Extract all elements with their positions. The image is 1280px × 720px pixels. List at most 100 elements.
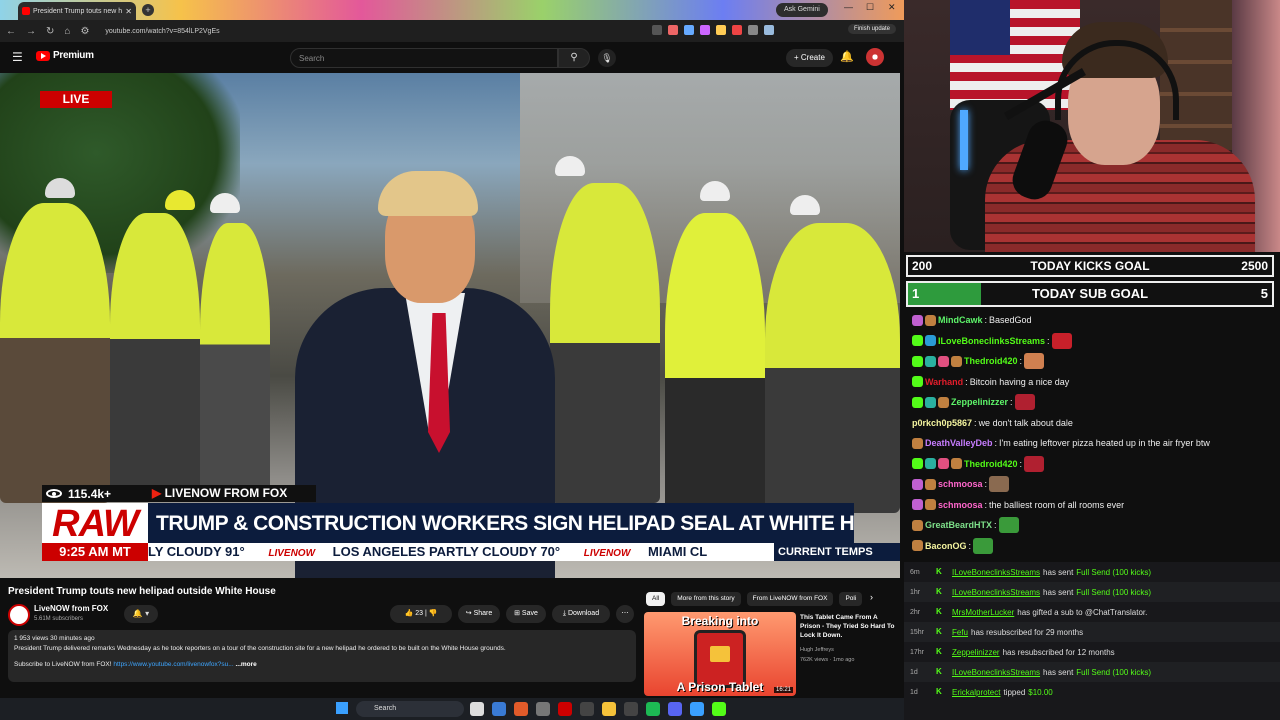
finish-update-button[interactable]: Finish update xyxy=(847,24,896,34)
play-arrow-icon: ▶ xyxy=(152,486,162,500)
event-user[interactable]: Zeppelinizzer xyxy=(952,648,1000,657)
notifications-icon[interactable]: 🔔 xyxy=(840,50,854,63)
chip-channel[interactable]: From LiveNOW from FOX xyxy=(746,592,834,606)
event-user[interactable]: MrsMotherLucker xyxy=(952,608,1014,617)
voice-search-icon[interactable]: 🎙 xyxy=(598,49,616,67)
menu-icon[interactable]: ☰ xyxy=(12,50,23,64)
chat-username[interactable]: Thedroid420 xyxy=(964,351,1018,372)
extension-icon[interactable] xyxy=(732,25,742,35)
more-actions-button[interactable]: ⋯ xyxy=(616,605,634,623)
chat-message: Thedroid420: xyxy=(912,454,1274,475)
description-link[interactable]: https://www.youtube.com/livenowfox?su... xyxy=(113,661,233,668)
app-icon[interactable] xyxy=(646,702,660,716)
event-text: has resubscribed for 29 months xyxy=(971,627,1084,637)
like-dislike-button[interactable]: 👍 23 | 👎 xyxy=(390,605,452,623)
event-highlight: Full Send (100 kicks) xyxy=(1076,587,1151,597)
new-tab-button[interactable]: + xyxy=(142,4,154,16)
reload-icon[interactable]: ↻ xyxy=(46,26,54,37)
app-icon[interactable] xyxy=(624,702,638,716)
event-highlight: $10.00 xyxy=(1028,687,1053,697)
more-link[interactable]: ...more xyxy=(235,661,256,668)
chip-story[interactable]: More from this story xyxy=(671,592,741,606)
forward-icon[interactable]: → xyxy=(26,26,36,37)
kicks-goal-name: TODAY KICKS GOAL xyxy=(1030,259,1150,273)
recommended-title[interactable]: This Tablet Came From A Prison - They Tr… xyxy=(800,613,896,640)
home-icon[interactable]: ⌂ xyxy=(64,26,70,37)
search-input[interactable]: Search xyxy=(290,48,558,68)
chat-username[interactable]: DeathValleyDeb xyxy=(925,433,993,454)
chat-username[interactable]: ILoveBoneclinksStreams xyxy=(938,331,1045,352)
taskbar-search[interactable]: Search xyxy=(356,701,464,717)
recommended-channel[interactable]: Hugh Jeffreys xyxy=(800,645,854,655)
extension-icon[interactable] xyxy=(684,25,694,35)
chat-message: schmoosa: the balliest room of all rooms … xyxy=(912,495,1274,516)
profile-icon[interactable] xyxy=(764,25,774,35)
minimize-icon[interactable]: — xyxy=(844,2,853,12)
chat-username[interactable]: schmoosa xyxy=(938,495,983,516)
create-button[interactable]: + Create xyxy=(786,49,833,67)
search-button[interactable]: ⚲ xyxy=(558,48,590,68)
app-icon[interactable] xyxy=(536,702,550,716)
app-icon[interactable] xyxy=(580,702,594,716)
event-user[interactable]: ILoveBoneclinksStreams xyxy=(952,568,1040,577)
app-icon[interactable] xyxy=(558,702,572,716)
ask-gemini-button[interactable]: Ask Gemini xyxy=(776,3,828,17)
site-info-icon[interactable]: ⚙ xyxy=(80,26,89,37)
save-button[interactable]: ⊞ Save xyxy=(506,605,546,623)
tab-active[interactable]: President Trump touts new h ✕ xyxy=(18,2,136,20)
app-icon[interactable] xyxy=(690,702,704,716)
extension-icon[interactable] xyxy=(700,25,710,35)
event-row: 1hr K ILoveBoneclinksStreams has sent Full S… xyxy=(904,582,1280,602)
windows-start-icon[interactable] xyxy=(336,702,348,714)
account-avatar[interactable] xyxy=(866,48,884,66)
event-user[interactable]: ILoveBoneclinksStreams xyxy=(952,588,1040,597)
chat-username[interactable]: MindCawk xyxy=(938,310,983,331)
app-icon[interactable] xyxy=(492,702,506,716)
chat-username[interactable]: GreatBeardHTX xyxy=(925,515,992,536)
chat-badge-icon xyxy=(951,355,962,367)
chat-username[interactable]: Thedroid420 xyxy=(964,454,1018,475)
youtube-logo[interactable]: Premium xyxy=(36,50,94,61)
event-row: 15hr K Fefu has resubscribed for 29 months xyxy=(904,622,1280,642)
chat-badge-icon xyxy=(925,396,936,408)
maximize-icon[interactable]: ☐ xyxy=(866,2,874,13)
extension-icon[interactable] xyxy=(652,25,662,35)
event-user[interactable]: Erickalprotect xyxy=(952,688,1000,697)
chip-all[interactable]: All xyxy=(646,592,666,606)
back-icon[interactable]: ← xyxy=(6,26,16,37)
channel-avatar[interactable] xyxy=(8,604,30,626)
channel-name[interactable]: LiveNOW from FOX xyxy=(34,604,108,613)
recommended-thumbnail[interactable]: Breaking into A Prison Tablet 16:21 xyxy=(644,612,796,696)
share-button[interactable]: ↪ Share xyxy=(458,605,500,623)
kick-logo-icon: K xyxy=(936,627,942,636)
chat-username[interactable]: Zeppelinizzer xyxy=(951,392,1008,413)
chat-badge-icon xyxy=(925,478,936,490)
description-stats: 1 953 views 30 minutes ago xyxy=(14,635,95,642)
event-user[interactable]: Fefu xyxy=(952,628,968,637)
app-icon[interactable] xyxy=(602,702,616,716)
close-tab-icon[interactable]: ✕ xyxy=(125,7,132,16)
event-user[interactable]: ILoveBoneclinksStreams xyxy=(952,668,1040,677)
chat-username[interactable]: schmoosa xyxy=(938,474,983,495)
chat-username[interactable]: p0rkch0p5867 xyxy=(912,413,972,434)
app-icon[interactable] xyxy=(712,702,726,716)
event-text: has sent xyxy=(1043,587,1074,597)
save-label: Save xyxy=(521,610,538,617)
video-player[interactable]: LIVE 115.4k+ ▶ LIVENOW FROM FOX RAW TRUM… xyxy=(0,73,900,578)
app-icon[interactable] xyxy=(470,702,484,716)
extension-icon[interactable] xyxy=(748,25,758,35)
download-button[interactable]: ⤓ Download xyxy=(552,605,610,623)
chevron-right-icon[interactable]: › xyxy=(870,592,873,602)
url-field[interactable]: youtube.com/watch?v=854lLP2VgEs xyxy=(105,28,219,35)
app-icon[interactable] xyxy=(514,702,528,716)
description-box[interactable]: 1 953 views 30 minutes ago President Tru… xyxy=(8,630,636,682)
app-icon[interactable] xyxy=(668,702,682,716)
chat-username[interactable]: BaconOG xyxy=(925,536,967,557)
extension-icon[interactable] xyxy=(668,25,678,35)
chat-username[interactable]: Warhand xyxy=(925,372,963,393)
subscription-bell-button[interactable]: 🔔 ▾ xyxy=(124,605,158,623)
close-window-icon[interactable]: ✕ xyxy=(888,2,896,13)
viewer-count-value: 115.4k+ xyxy=(68,486,112,501)
extension-icon[interactable] xyxy=(716,25,726,35)
chip-politics[interactable]: Poli xyxy=(839,592,863,606)
